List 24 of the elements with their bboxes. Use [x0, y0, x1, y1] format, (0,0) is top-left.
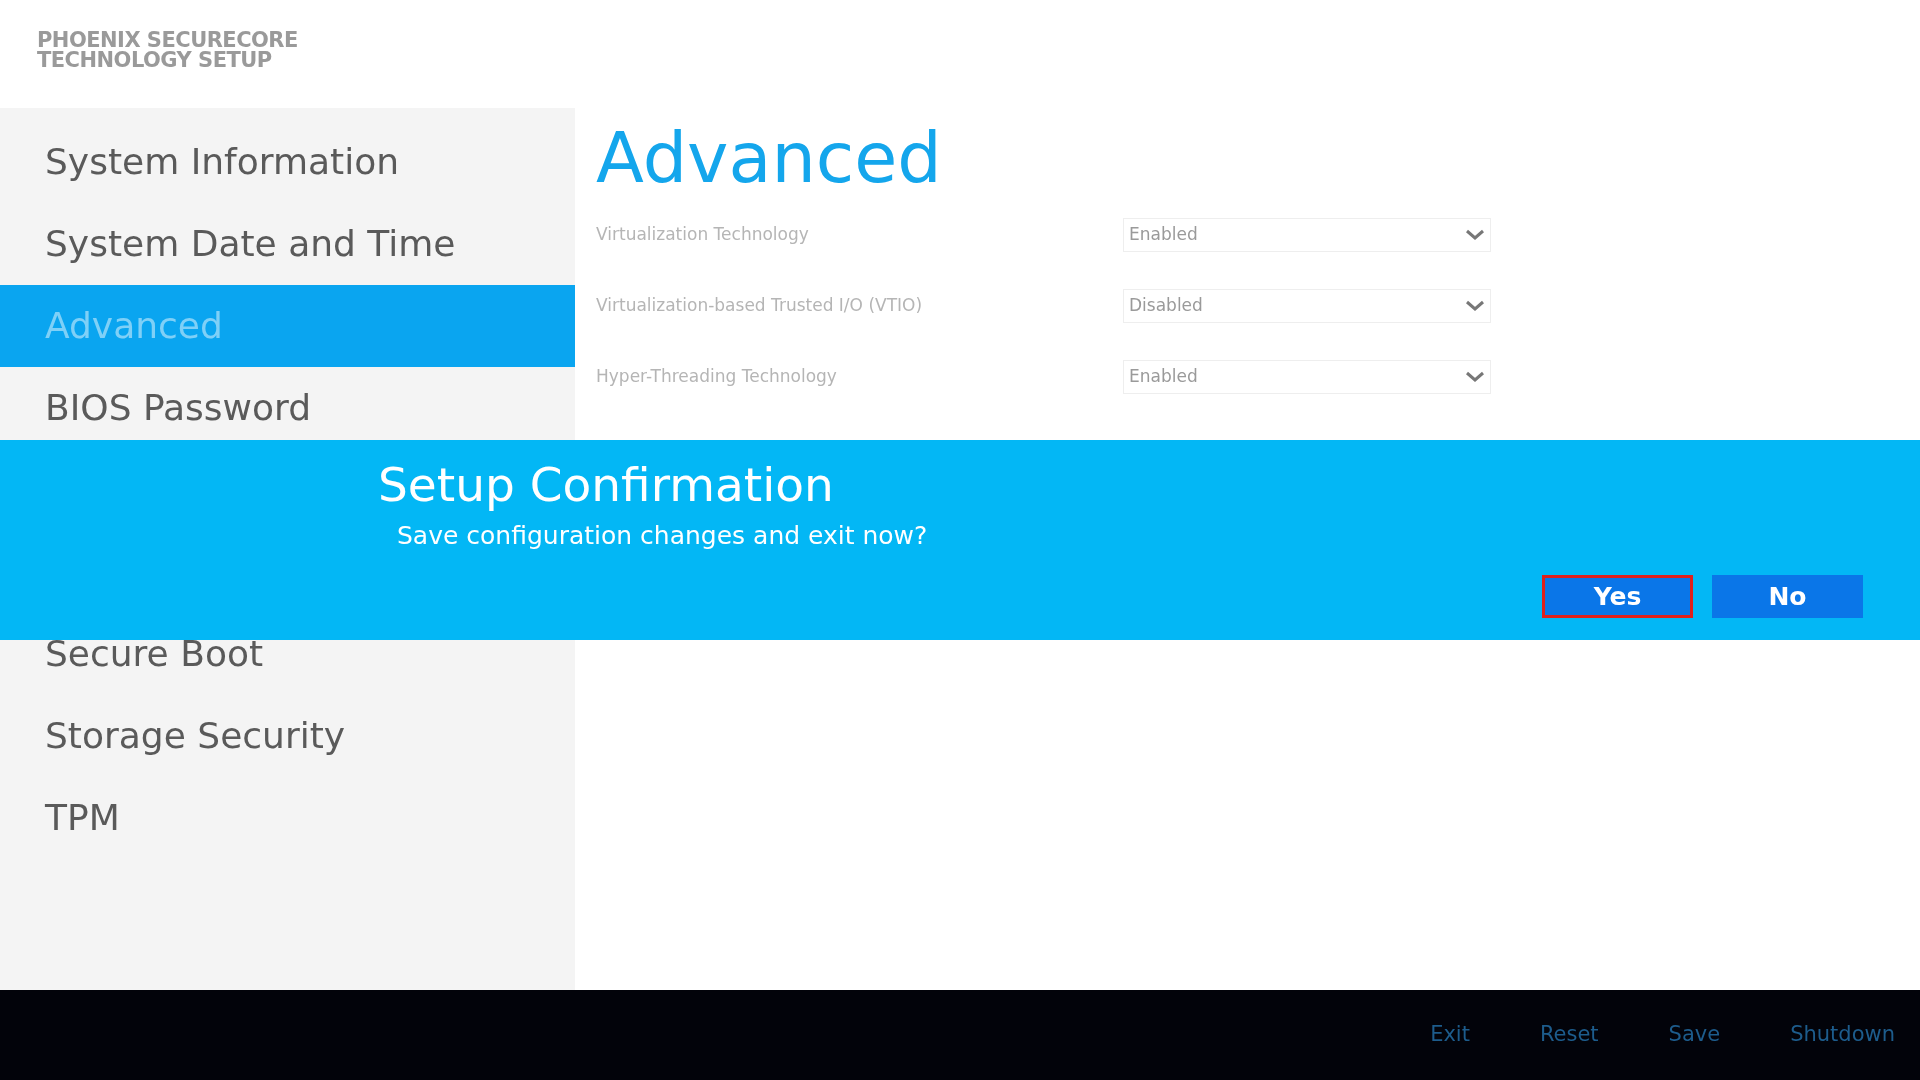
setting-label: Virtualization-based Trusted I/O (VTIO)	[596, 294, 923, 318]
dropdown[interactable]: Disabled	[1123, 289, 1491, 323]
sidebar-item[interactable]: System Date and Time	[0, 203, 575, 285]
setting-label: Virtualization Technology	[596, 223, 809, 247]
logo-text: TECHNOLOGY SETUP	[37, 50, 272, 70]
footer-action[interactable]: Exit	[1430, 1019, 1470, 1051]
chevron-down-icon	[1465, 371, 1485, 383]
dialog-button[interactable]: Yes	[1542, 574, 1693, 618]
dialog-title: Setup Confirmation	[378, 456, 834, 514]
sidebar-item[interactable]: System Information	[0, 121, 575, 203]
dialog-button[interactable]: No	[1712, 574, 1863, 618]
page-title: Advanced	[596, 116, 942, 201]
sidebar-item[interactable]: TPM	[0, 777, 575, 859]
chevron-down-icon	[1465, 229, 1485, 241]
logo-text: PHOENIX SECURECORE	[37, 30, 298, 50]
footer-action[interactable]: Shutdown	[1790, 1019, 1895, 1051]
footer-action[interactable]: Save	[1668, 1019, 1721, 1051]
dropdown[interactable]: Enabled	[1123, 360, 1491, 394]
sidebar-item[interactable]: Storage Security	[0, 695, 575, 777]
dialog-message: Save configuration changes and exit now?	[397, 520, 928, 552]
dropdown[interactable]: Enabled	[1123, 218, 1491, 252]
footer-action[interactable]: Reset	[1539, 1019, 1599, 1051]
setting-label: Hyper-Threading Technology	[596, 365, 837, 389]
chevron-down-icon	[1465, 300, 1485, 312]
